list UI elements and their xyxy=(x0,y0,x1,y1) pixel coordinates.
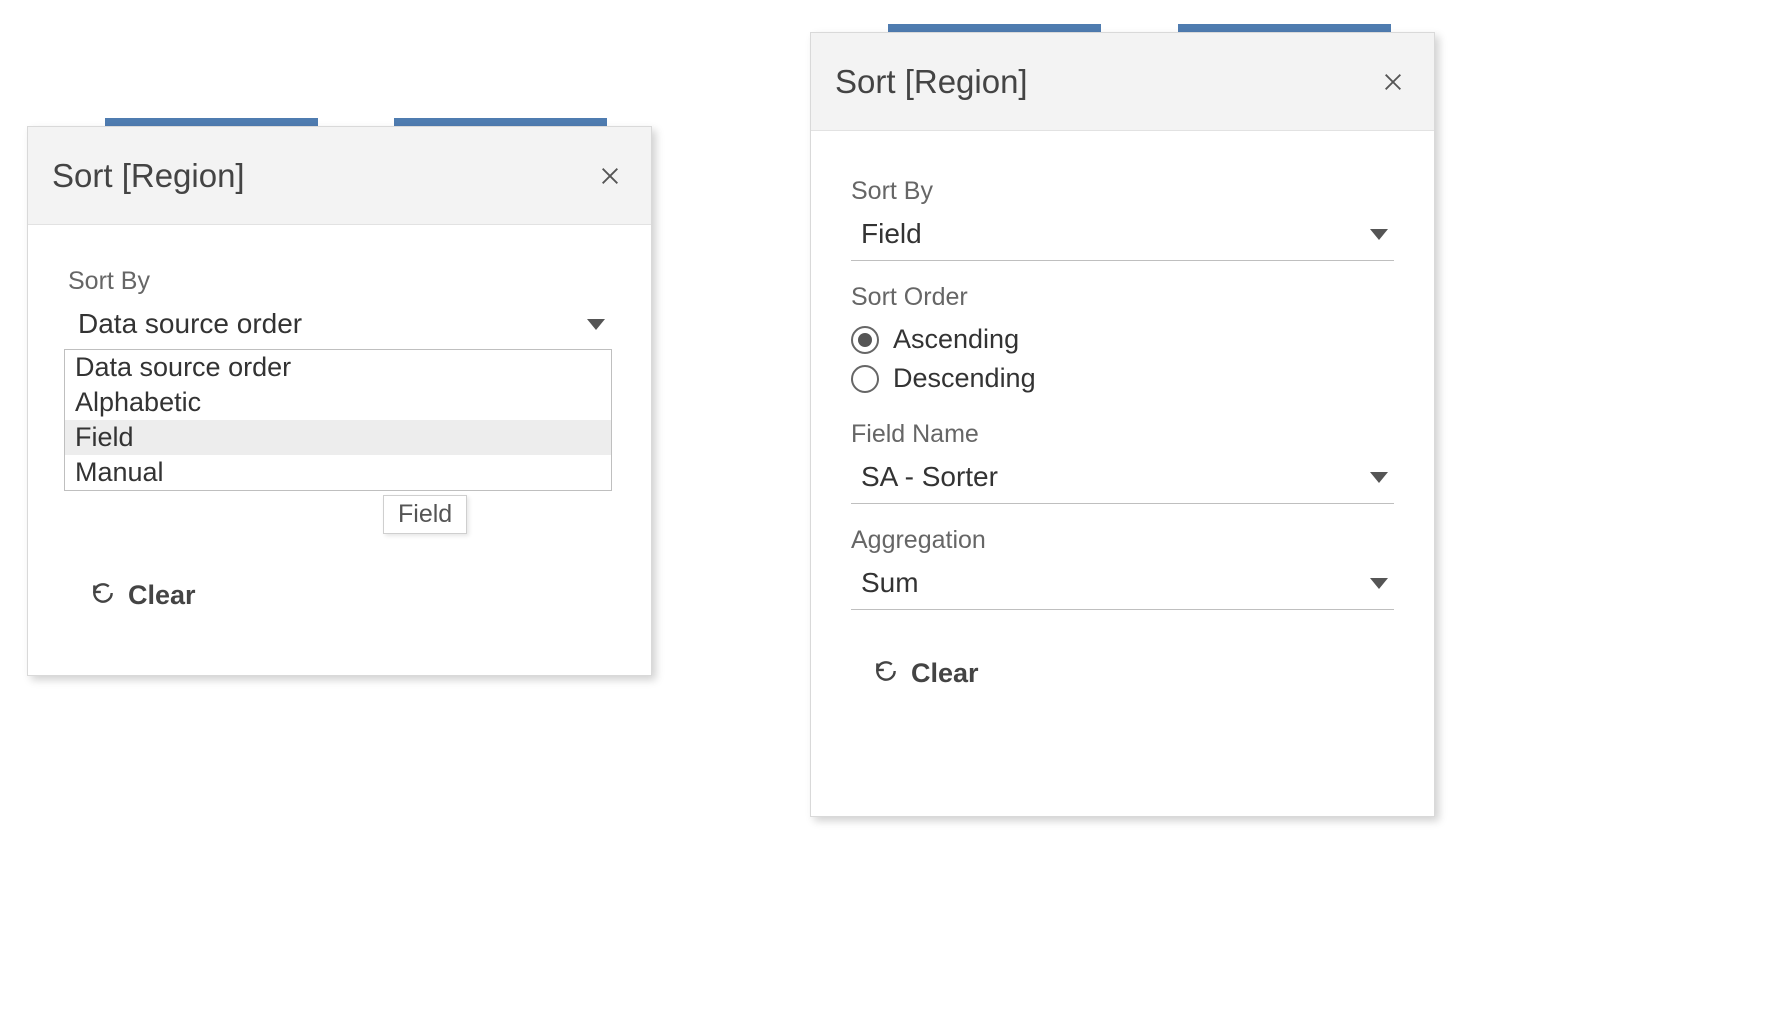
radio-descending[interactable]: Descending xyxy=(851,359,1394,398)
dialog-title: Sort [Region] xyxy=(835,63,1028,101)
sort-order-group: Ascending Descending xyxy=(851,320,1394,398)
sort-order-label: Sort Order xyxy=(851,283,1394,312)
sort-dialog-left: Sort [Region] Sort By Data source order … xyxy=(27,126,652,676)
close-icon xyxy=(599,165,621,187)
radio-label: Ascending xyxy=(893,324,1019,355)
aggregation-select[interactable]: Sum xyxy=(851,561,1394,610)
sort-dialog-right: Sort [Region] Sort By Field Sort Order A… xyxy=(810,32,1435,817)
sort-by-select[interactable]: Data source order xyxy=(68,302,611,350)
dialog-header: Sort [Region] xyxy=(811,33,1434,131)
dialog-body: Sort By Field Sort Order Ascending Desce… xyxy=(811,131,1434,717)
chevron-down-icon xyxy=(1370,472,1388,483)
dropdown-option-manual[interactable]: Manual xyxy=(65,455,611,490)
dropdown-tooltip: Field xyxy=(383,495,467,534)
sort-by-label: Sort By xyxy=(851,177,1394,206)
close-icon xyxy=(1382,71,1404,93)
clear-label: Clear xyxy=(911,658,979,689)
dialog-body: Sort By Data source order Data source or… xyxy=(28,225,651,621)
dialog-title: Sort [Region] xyxy=(52,157,245,195)
aggregation-label: Aggregation xyxy=(851,526,1394,555)
sort-by-select[interactable]: Field xyxy=(851,212,1394,261)
close-button[interactable] xyxy=(1376,65,1410,99)
reset-icon xyxy=(873,658,899,689)
sort-by-value: Field xyxy=(861,218,922,250)
chevron-down-icon xyxy=(587,319,605,330)
dropdown-option-field[interactable]: Field xyxy=(65,420,611,455)
aggregation-value: Sum xyxy=(861,567,919,599)
sort-by-dropdown: Data source order Alphabetic Field Manua… xyxy=(64,349,612,491)
sort-by-value: Data source order xyxy=(78,308,302,340)
dialog-header: Sort [Region] xyxy=(28,127,651,225)
radio-icon xyxy=(851,326,879,354)
radio-label: Descending xyxy=(893,363,1036,394)
clear-button[interactable]: Clear xyxy=(90,580,611,611)
chevron-down-icon xyxy=(1370,578,1388,589)
field-name-value: SA - Sorter xyxy=(861,461,998,493)
clear-button[interactable]: Clear xyxy=(873,658,1394,689)
sort-by-label: Sort By xyxy=(68,267,611,296)
dropdown-option-data-source-order[interactable]: Data source order xyxy=(65,350,611,385)
chevron-down-icon xyxy=(1370,229,1388,240)
clear-label: Clear xyxy=(128,580,196,611)
field-name-label: Field Name xyxy=(851,420,1394,449)
radio-icon xyxy=(851,365,879,393)
dropdown-option-alphabetic[interactable]: Alphabetic xyxy=(65,385,611,420)
close-button[interactable] xyxy=(593,159,627,193)
field-name-select[interactable]: SA - Sorter xyxy=(851,455,1394,504)
radio-ascending[interactable]: Ascending xyxy=(851,320,1394,359)
reset-icon xyxy=(90,580,116,611)
